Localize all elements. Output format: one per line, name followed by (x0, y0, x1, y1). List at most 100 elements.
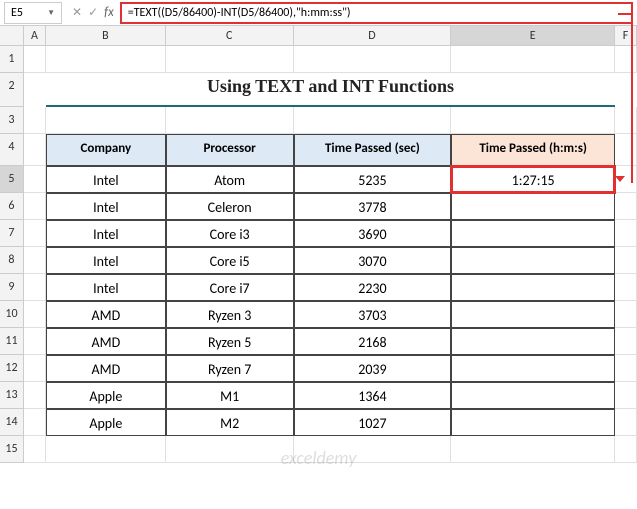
name-box[interactable]: E5 ▼ (4, 2, 62, 24)
formula-input[interactable]: =TEXT((D5/86400)-INT(D5/86400),"h:mm:ss"… (120, 2, 633, 24)
col-header-A[interactable]: A (24, 26, 46, 45)
cell-processor[interactable]: Core i7 (166, 274, 294, 301)
row-header[interactable]: 9 (0, 274, 24, 301)
cell[interactable] (615, 220, 637, 247)
cell-time-hms[interactable] (451, 382, 615, 409)
cell-time-sec[interactable]: 3690 (294, 220, 452, 247)
row-header[interactable]: 3 (0, 107, 24, 134)
cell[interactable] (615, 134, 637, 166)
row-header[interactable]: 6 (0, 193, 24, 220)
cell-processor[interactable]: Ryzen 7 (166, 355, 294, 382)
cell[interactable] (24, 301, 46, 328)
cell[interactable] (24, 355, 46, 382)
cell-processor[interactable]: Celeron (166, 193, 294, 220)
col-header-C[interactable]: C (166, 26, 294, 45)
select-all-corner[interactable] (0, 26, 24, 45)
th-processor[interactable]: Processor (166, 134, 294, 166)
cell[interactable] (24, 107, 46, 134)
row-header[interactable]: 7 (0, 220, 24, 247)
col-header-E[interactable]: E (451, 26, 615, 45)
cell-processor[interactable]: Core i3 (166, 220, 294, 247)
cell-processor[interactable]: Ryzen 5 (166, 328, 294, 355)
cell[interactable] (24, 328, 46, 355)
cell[interactable] (24, 409, 46, 436)
cell[interactable] (24, 274, 46, 301)
cell[interactable] (451, 107, 615, 134)
cell-time-hms[interactable] (451, 247, 615, 274)
cell[interactable] (24, 46, 46, 73)
cell[interactable] (615, 436, 637, 463)
th-company[interactable]: Company (46, 134, 166, 166)
row-header[interactable]: 13 (0, 382, 24, 409)
row-header[interactable]: 2 (0, 73, 24, 107)
cell-time-sec[interactable]: 3703 (294, 301, 452, 328)
cell[interactable] (294, 436, 452, 463)
cell[interactable] (166, 107, 294, 134)
check-icon[interactable]: ✓ (88, 5, 98, 20)
cell[interactable] (615, 46, 637, 73)
cell-company[interactable]: Apple (46, 382, 166, 409)
cell[interactable] (24, 220, 46, 247)
cell[interactable] (24, 436, 46, 463)
cell[interactable] (24, 73, 46, 107)
cell-time-sec[interactable]: 3778 (294, 193, 452, 220)
cell[interactable] (615, 355, 637, 382)
cell[interactable] (46, 107, 166, 134)
row-header[interactable]: 10 (0, 301, 24, 328)
col-header-F[interactable]: F (615, 26, 637, 45)
cell-time-hms[interactable] (451, 193, 615, 220)
cell-time-hms[interactable] (451, 301, 615, 328)
cell[interactable] (24, 193, 46, 220)
cell-processor[interactable]: Ryzen 3 (166, 301, 294, 328)
cell-time-sec[interactable]: 5235 (294, 166, 452, 193)
row-header[interactable]: 11 (0, 328, 24, 355)
cell[interactable] (615, 382, 637, 409)
col-header-D[interactable]: D (294, 26, 452, 45)
cell[interactable] (451, 436, 615, 463)
cell-company[interactable]: Apple (46, 409, 166, 436)
cell[interactable] (24, 166, 46, 193)
cell-time-sec[interactable]: 1027 (294, 409, 452, 436)
cell[interactable] (615, 247, 637, 274)
cell-time-hms[interactable] (451, 220, 615, 247)
th-time-sec[interactable]: Time Passed (sec) (294, 134, 452, 166)
cell[interactable] (166, 46, 294, 73)
cell[interactable] (46, 436, 166, 463)
row-header[interactable]: 8 (0, 247, 24, 274)
cell-processor[interactable]: M2 (166, 409, 294, 436)
cell[interactable] (24, 247, 46, 274)
cell-company[interactable]: Intel (46, 274, 166, 301)
cell-company[interactable]: AMD (46, 355, 166, 382)
cell[interactable] (24, 382, 46, 409)
cell[interactable] (166, 436, 294, 463)
cell-company[interactable]: Intel (46, 247, 166, 274)
cell-time-sec[interactable]: 2168 (294, 328, 452, 355)
cell-time-sec[interactable]: 3070 (294, 247, 452, 274)
row-header[interactable]: 4 (0, 134, 24, 166)
cell-time-hms[interactable] (451, 274, 615, 301)
page-title[interactable]: Using TEXT and INT Functions (46, 73, 615, 107)
cell-time-hms[interactable] (451, 328, 615, 355)
row-header[interactable]: 1 (0, 46, 24, 73)
row-header[interactable]: 12 (0, 355, 24, 382)
cell-processor[interactable]: Core i5 (166, 247, 294, 274)
cell[interactable] (615, 193, 637, 220)
cell[interactable] (294, 46, 452, 73)
cell-time-sec[interactable]: 2230 (294, 274, 452, 301)
th-time-hms[interactable]: Time Passed (h:m:s) (451, 134, 615, 166)
cell[interactable] (615, 409, 637, 436)
cell-company[interactable]: Intel (46, 193, 166, 220)
cell-time-hms[interactable] (451, 409, 615, 436)
row-header[interactable]: 5 (0, 166, 24, 193)
cell-company[interactable]: AMD (46, 328, 166, 355)
cell-time-sec[interactable]: 1364 (294, 382, 452, 409)
cell[interactable] (615, 328, 637, 355)
cell[interactable] (615, 301, 637, 328)
cell-processor[interactable]: Atom (166, 166, 294, 193)
cell[interactable] (24, 134, 46, 166)
cell-company[interactable]: Intel (46, 166, 166, 193)
cell-time-sec[interactable]: 2039 (294, 355, 452, 382)
cell[interactable] (615, 73, 637, 107)
col-header-B[interactable]: B (46, 26, 166, 45)
cell-time-hms[interactable]: 1:27:15 (451, 166, 615, 193)
